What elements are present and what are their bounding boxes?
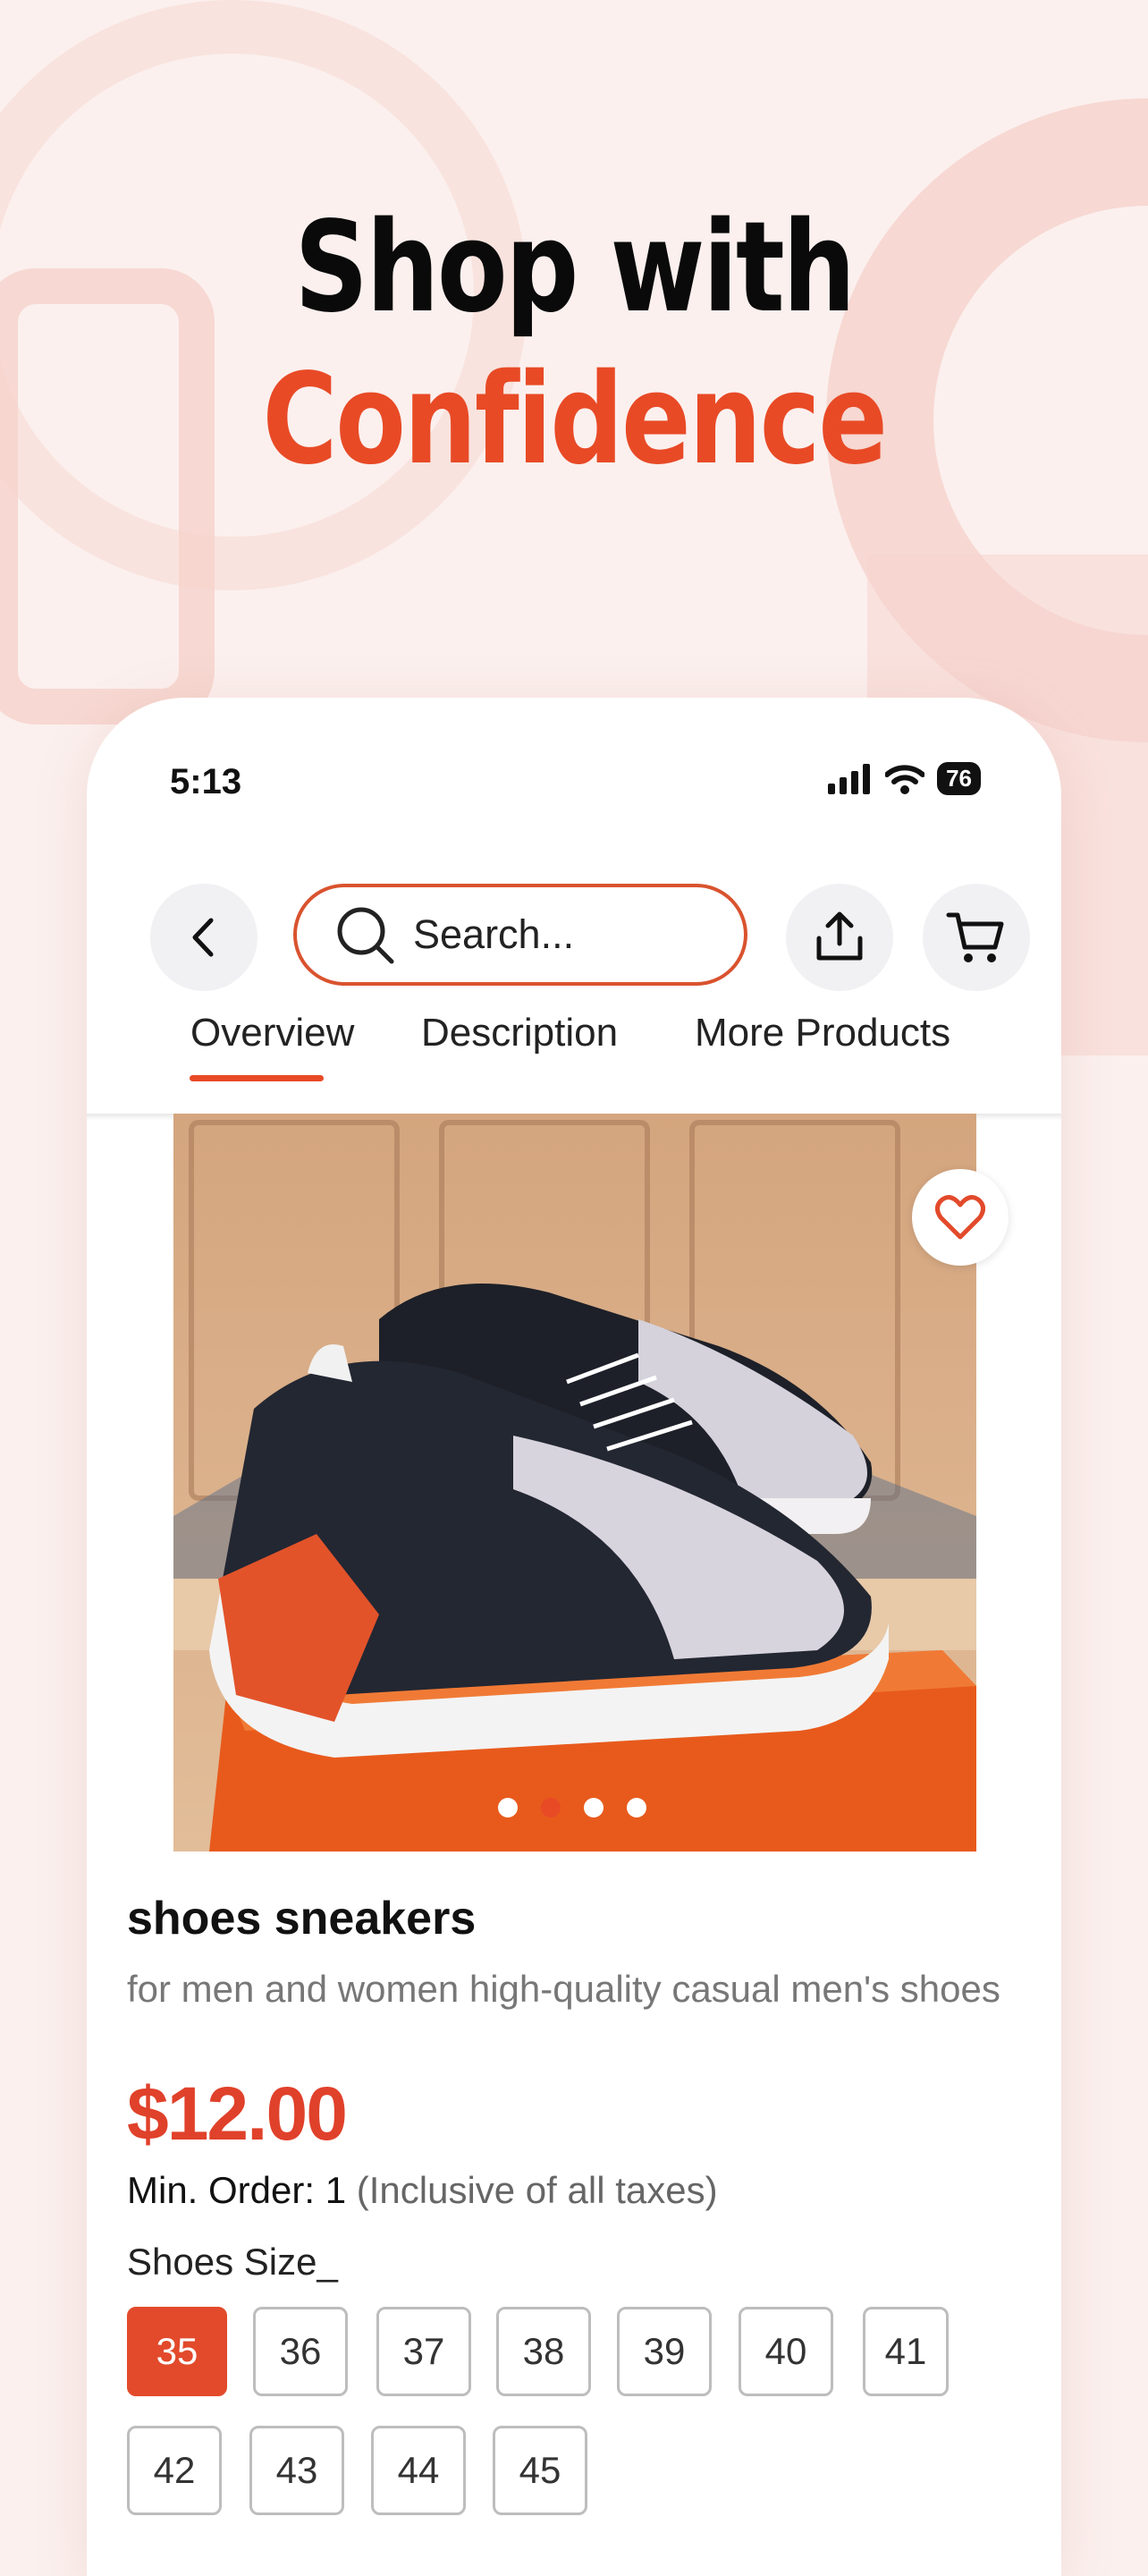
cart-button[interactable] [923,884,1030,991]
size-option[interactable]: 41 [863,2307,949,2396]
status-bar: 5:13 76 [87,698,1061,805]
headline: Shop with Confidence [0,192,1148,496]
size-option[interactable]: 39 [617,2307,712,2396]
size-option[interactable]: 36 [253,2307,348,2396]
headline-line1: Shop with [294,195,856,341]
product-subtitle: for men and women high-quality casual me… [127,1968,1000,2010]
wifi-icon [885,764,925,794]
product-price: $12.00 [127,2072,348,2156]
tax-note: (Inclusive of all taxes) [356,2169,718,2211]
share-button[interactable] [786,884,893,991]
size-option-selected[interactable]: 35 [127,2307,227,2396]
cart-icon [946,912,1004,962]
size-option[interactable]: 45 [493,2426,587,2515]
back-button[interactable] [150,884,257,991]
status-time: 5:13 [170,762,242,801]
heart-icon [935,1195,985,1240]
size-option[interactable]: 38 [496,2307,591,2396]
gallery-dot[interactable] [498,1798,518,1818]
search-icon [337,907,394,964]
size-label: Shoes Size_ [127,2241,338,2283]
search-input[interactable]: Search... [293,884,747,986]
size-option[interactable]: 37 [376,2307,471,2396]
active-tab-indicator [190,1075,324,1081]
min-order: Min. Order: 1 (Inclusive of all taxes) [127,2169,718,2212]
tab-description[interactable]: Description [421,1011,618,1055]
signal-icon [828,763,871,794]
status-icons: 76 [828,762,981,795]
favorite-button[interactable] [912,1169,1009,1266]
product-image[interactable] [173,1114,976,1852]
size-option[interactable]: 44 [371,2426,466,2515]
tab-overview[interactable]: Overview [190,1011,354,1055]
gallery-dot-active[interactable] [541,1798,561,1818]
chevron-left-icon [192,918,214,957]
search-placeholder: Search... [413,911,575,957]
product-title: shoes sneakers [127,1893,477,1945]
sneaker-photo [173,1114,976,1852]
size-option[interactable]: 42 [127,2426,222,2515]
gallery-dot[interactable] [584,1798,604,1818]
size-option[interactable]: 40 [739,2307,833,2396]
tab-more-products[interactable]: More Products [695,1011,950,1055]
min-order-label: Min. Order: 1 [127,2169,347,2211]
phone-frame: 5:13 76 Search... Overview Description M… [87,698,1061,2576]
size-option[interactable]: 43 [249,2426,344,2515]
share-icon [816,911,863,961]
gallery-pagination [498,1798,646,1818]
headline-line2: Confidence [262,347,888,493]
battery-indicator: 76 [937,762,981,795]
gallery-dot[interactable] [627,1798,646,1818]
